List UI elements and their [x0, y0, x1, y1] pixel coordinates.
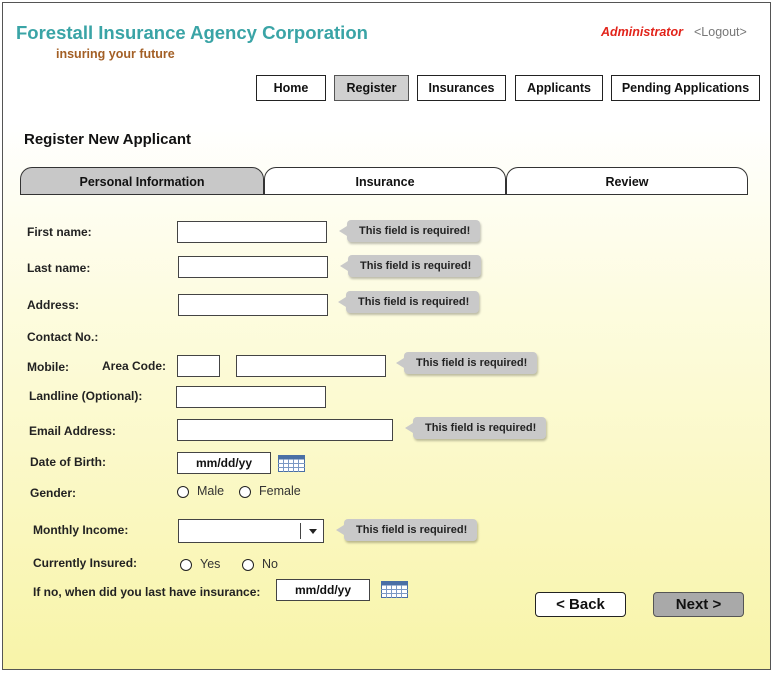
select-separator: [300, 523, 301, 539]
monthly-income-select[interactable]: [178, 519, 324, 543]
nav-insurances-button[interactable]: Insurances: [417, 75, 506, 101]
brand-title: Forestall Insurance Agency Corporation: [16, 22, 368, 43]
nav-pending-applications-button[interactable]: Pending Applications: [611, 75, 760, 101]
tab-review[interactable]: Review: [506, 167, 748, 195]
address-input[interactable]: [178, 294, 328, 316]
address-error-tooltip: This field is required!: [337, 291, 480, 313]
email-error-tooltip: This field is required!: [404, 417, 547, 439]
email-input[interactable]: [177, 419, 393, 441]
tab-personal-information[interactable]: Personal Information: [20, 167, 264, 195]
page-title: Register New Applicant: [24, 131, 191, 148]
logout-link[interactable]: <Logout>: [694, 25, 747, 39]
last-name-error-tooltip: This field is required!: [339, 255, 482, 277]
insured-no-radio[interactable]: [242, 559, 254, 571]
gender-male-label: Male: [197, 484, 225, 498]
tab-insurance[interactable]: Insurance: [264, 167, 506, 195]
nav-applicants-button[interactable]: Applicants: [515, 75, 603, 101]
area-code-input[interactable]: [177, 355, 220, 377]
mobile-error-tooltip: This field is required!: [395, 352, 538, 374]
currently-insured-label: Currently Insured:: [33, 556, 138, 570]
last-insurance-label: If no, when did you last have insurance:: [33, 585, 261, 599]
tab-divider: [20, 194, 748, 195]
first-name-label: First name:: [27, 225, 92, 239]
last-name-input[interactable]: [178, 256, 328, 278]
calendar-icon[interactable]: [381, 581, 408, 598]
next-button[interactable]: Next >: [653, 592, 744, 617]
chevron-down-icon: [309, 529, 317, 534]
landline-label: Landline (Optional):: [29, 389, 143, 403]
insured-no-label: No: [262, 557, 278, 571]
user-role: Administrator: [601, 25, 683, 39]
first-name-error-tooltip: This field is required!: [338, 220, 481, 242]
last-insurance-date-input[interactable]: mm/dd/yy: [276, 579, 370, 601]
date-of-birth-input[interactable]: mm/dd/yy: [177, 452, 271, 474]
gender-female-radio[interactable]: [239, 486, 251, 498]
mobile-label: Mobile:: [27, 360, 69, 374]
gender-label: Gender:: [30, 486, 77, 500]
area-code-label: Area Code:: [102, 359, 167, 373]
last-name-label: Last name:: [27, 261, 91, 275]
nav-register-button[interactable]: Register: [334, 75, 409, 101]
insured-yes-label: Yes: [200, 557, 221, 571]
landline-input[interactable]: [176, 386, 326, 408]
nav-home-button[interactable]: Home: [256, 75, 326, 101]
mobile-number-input[interactable]: [236, 355, 386, 377]
monthly-income-label: Monthly Income:: [33, 523, 129, 537]
date-of-birth-label: Date of Birth:: [30, 455, 106, 469]
contact-number-label: Contact No.:: [27, 330, 99, 344]
back-button[interactable]: < Back: [535, 592, 626, 617]
address-label: Address:: [27, 298, 80, 312]
monthly-income-error-tooltip: This field is required!: [335, 519, 478, 541]
brand-tagline: insuring your future: [56, 47, 175, 61]
insured-yes-radio[interactable]: [180, 559, 192, 571]
email-label: Email Address:: [29, 424, 116, 438]
calendar-icon[interactable]: [278, 455, 305, 472]
first-name-input[interactable]: [177, 221, 327, 243]
gender-female-label: Female: [259, 484, 301, 498]
gender-male-radio[interactable]: [177, 486, 189, 498]
